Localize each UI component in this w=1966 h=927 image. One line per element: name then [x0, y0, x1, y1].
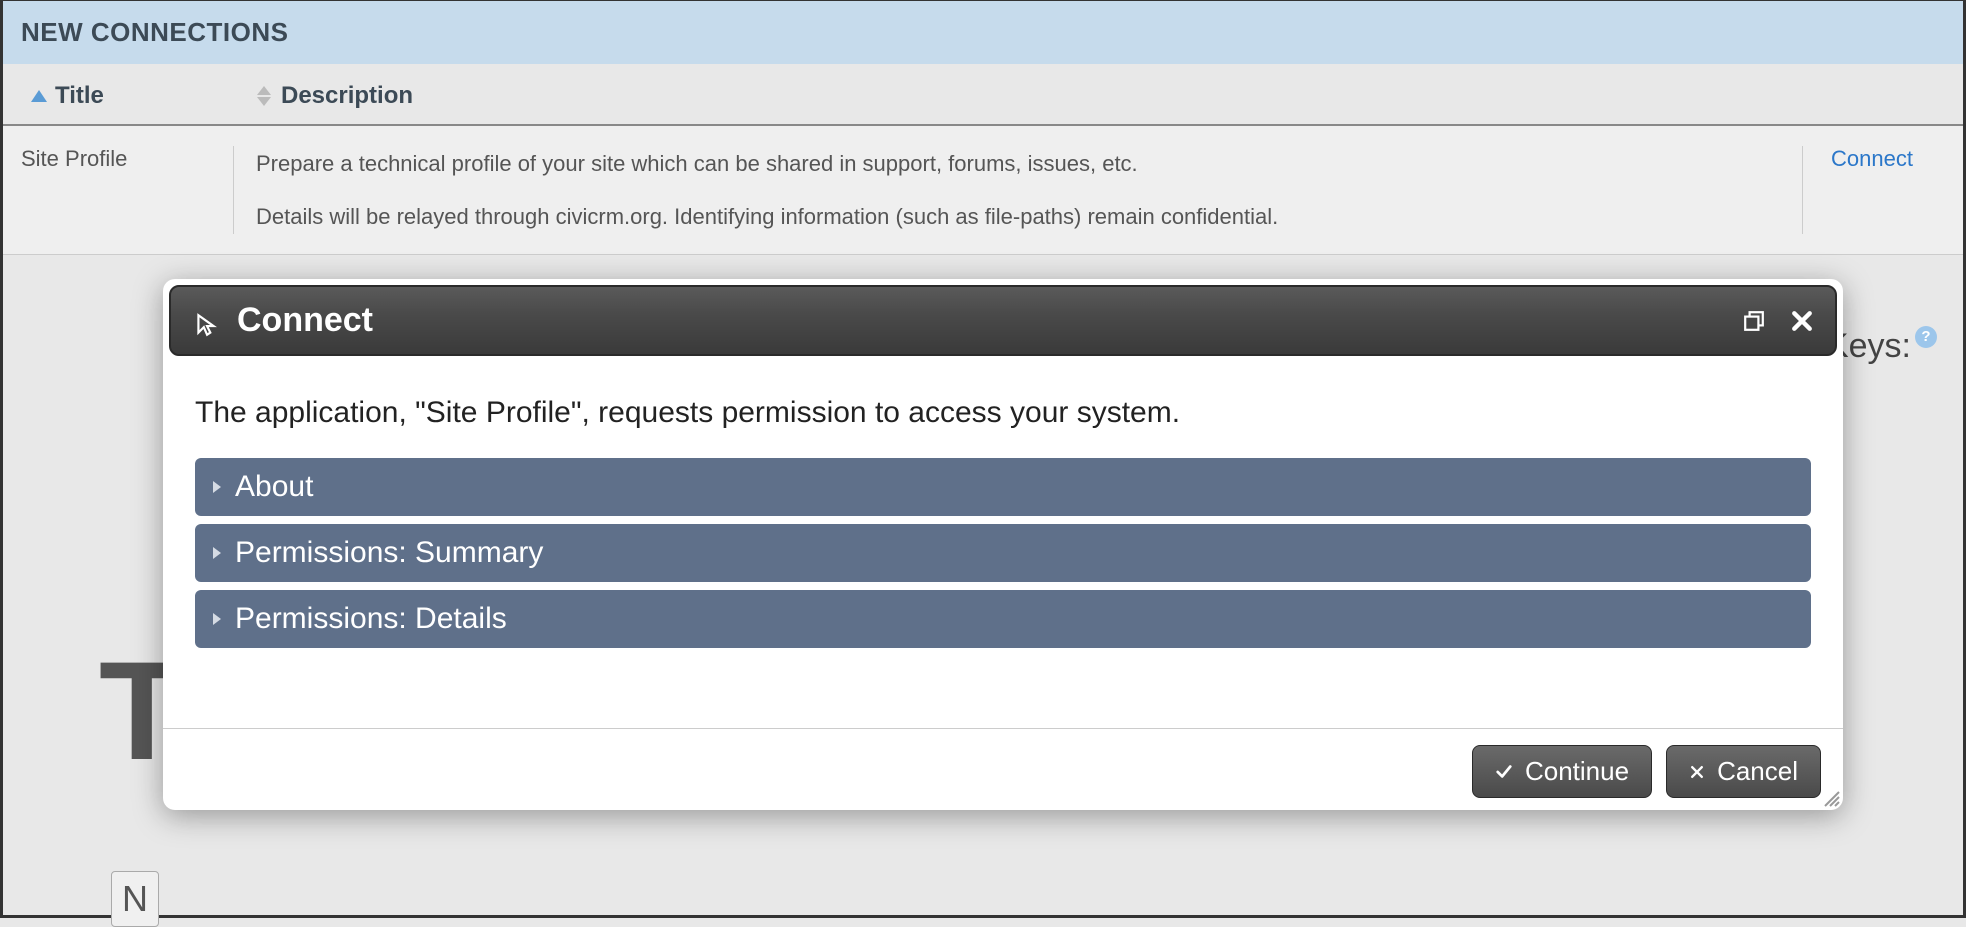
dialog-title: Connect [237, 301, 373, 340]
help-icon[interactable]: ? [1915, 326, 1937, 348]
accordion-perm-details-label: Permissions: Details [235, 602, 507, 636]
accordion-permissions-summary[interactable]: Permissions: Summary [195, 524, 1811, 582]
check-icon [1495, 756, 1513, 787]
caret-right-icon [213, 613, 221, 625]
column-header-title[interactable]: Title [3, 82, 233, 110]
accordion-perm-summary-label: Permissions: Summary [235, 536, 543, 570]
cursor-icon [193, 308, 219, 334]
page-header: NEW CONNECTIONS [3, 1, 1963, 64]
row-desc-line1: Prepare a technical profile of your site… [256, 146, 1780, 181]
column-header-description[interactable]: Description [233, 82, 1963, 110]
accordion-about[interactable]: About [195, 458, 1811, 516]
dialog-body: The application, "Site Profile", request… [163, 362, 1843, 658]
restore-icon[interactable] [1743, 310, 1765, 332]
row-action: Connect [1803, 146, 1963, 234]
accordion-permissions-details[interactable]: Permissions: Details [195, 590, 1811, 648]
accordion: About Permissions: Summary Permissions: … [195, 458, 1811, 648]
sort-neutral-icon [257, 86, 271, 106]
table-header: Title Description [3, 64, 1963, 126]
column-description-label: Description [281, 82, 413, 110]
close-icon[interactable] [1791, 310, 1813, 332]
row-desc-line2: Details will be relayed through civicrm.… [256, 199, 1780, 234]
row-description: Prepare a technical profile of your site… [233, 146, 1803, 234]
caret-right-icon [213, 547, 221, 559]
background-text-fragment-2: N [111, 871, 159, 927]
dialog-titlebar[interactable]: Connect [169, 285, 1837, 356]
x-icon [1689, 756, 1705, 787]
connect-dialog: Connect The application, "Site Profile",… [163, 279, 1843, 810]
continue-button[interactable]: Continue [1472, 745, 1652, 798]
caret-right-icon [213, 481, 221, 493]
table-row: Site Profile Prepare a technical profile… [3, 126, 1963, 255]
accordion-about-label: About [235, 470, 313, 504]
dialog-footer: Continue Cancel [163, 728, 1843, 810]
column-title-label: Title [55, 82, 104, 110]
cancel-label: Cancel [1717, 756, 1798, 787]
cancel-button[interactable]: Cancel [1666, 745, 1821, 798]
page-title: NEW CONNECTIONS [21, 17, 289, 47]
continue-label: Continue [1525, 756, 1629, 787]
sort-asc-icon [31, 90, 47, 102]
resize-grip-icon[interactable] [1821, 788, 1841, 808]
row-title: Site Profile [3, 146, 233, 234]
connect-link[interactable]: Connect [1831, 146, 1913, 171]
dialog-message: The application, "Site Profile", request… [195, 396, 1811, 430]
